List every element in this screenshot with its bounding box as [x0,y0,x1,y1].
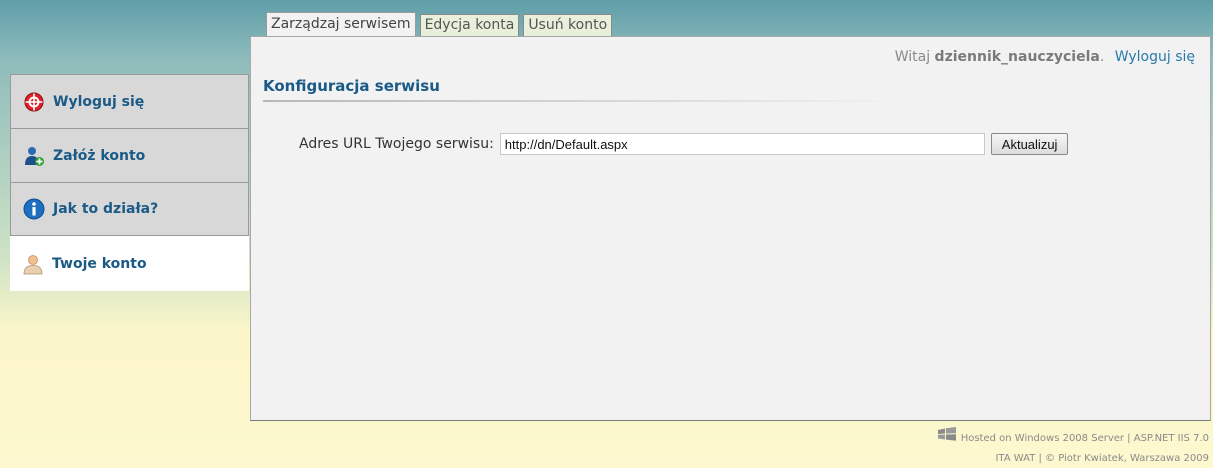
username: dziennik_nauczyciela [934,49,1100,65]
tab-edit-account[interactable]: Edycja konta [419,14,520,36]
url-form-row: Adres URL Twojego serwisu: Aktualizuj [299,133,1069,155]
hosted-text: Hosted on Windows 2008 Server | ASP.NET … [960,433,1209,444]
footer-hosted: Hosted on Windows 2008 Server | ASP.NET … [937,427,1209,449]
greeting-period: . [1099,49,1105,65]
logout-icon [23,91,45,113]
add-user-icon [23,145,45,167]
section-divider [263,100,903,102]
main-panel: Witaj dziennik_nauczyciela. Wyloguj się … [250,36,1211,421]
tab-bar: Zarządzaj serwisem Edycja konta Usuń kon… [266,12,613,36]
sidebar-item-label: Jak to działa? [53,201,159,217]
section-title: Konfiguracja serwisu [263,77,440,95]
sidebar-item-label: Wyloguj się [53,93,145,110]
sidebar-item-create-account[interactable]: Załóż konto [10,128,249,182]
tab-delete-account[interactable]: Usuń konto [523,14,613,36]
footer: Hosted on Windows 2008 Server | ASP.NET … [937,427,1209,468]
update-button[interactable]: Aktualizuj [990,133,1069,155]
logout-link[interactable]: Wyloguj się [1115,49,1195,65]
user-icon [22,253,44,275]
greeting-text: Witaj [894,49,931,65]
sidebar-menu: Wyloguj się Załóż konto Jak to działa? T… [10,74,249,291]
sidebar-item-your-account[interactable]: Twoje konto [10,236,249,291]
tab-manage-service[interactable]: Zarządzaj serwisem [266,12,416,36]
url-label: Adres URL Twojego serwisu: [299,136,494,152]
sidebar-item-label: Twoje konto [52,255,147,272]
sidebar-item-how-it-works[interactable]: Jak to działa? [10,182,249,236]
windows-logo-icon [937,427,957,449]
welcome-bar: Witaj dziennik_nauczyciela. Wyloguj się [895,49,1195,65]
sidebar-item-label: Załóż konto [53,147,146,164]
info-icon [23,198,45,220]
url-input[interactable] [499,133,985,155]
footer-credits: ITA WAT | © Piotr Kwiatek, Warszawa 2009 [995,453,1209,464]
sidebar-item-logout[interactable]: Wyloguj się [10,74,249,128]
